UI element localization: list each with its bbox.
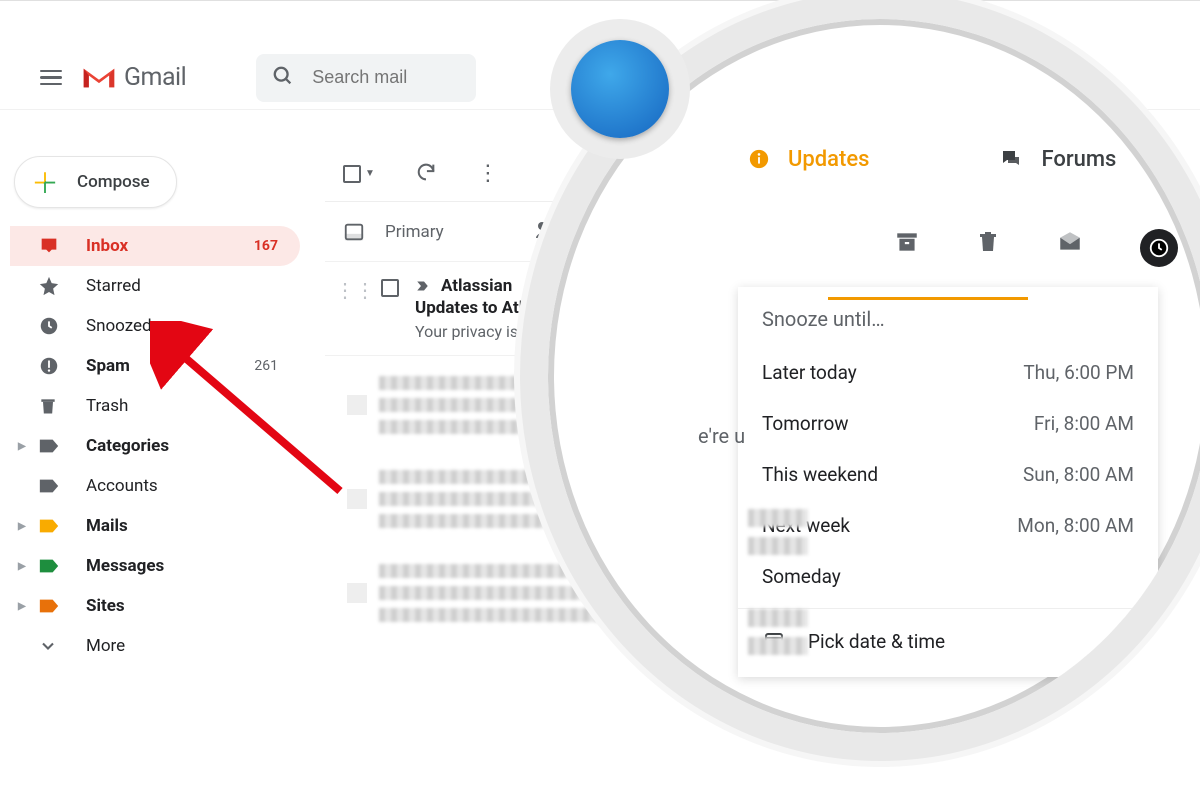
sidebar-item-inbox[interactable]: Inbox 167	[10, 226, 300, 266]
sidebar-item-mails[interactable]: ▶ Mails	[10, 506, 300, 546]
sidebar-item-label: Trash	[86, 396, 128, 416]
search-icon	[272, 65, 294, 91]
magnifier-callout: Updates Forums	[520, 0, 1200, 761]
snooze-option-time: Fri, 8:00 AM	[1034, 412, 1134, 435]
sidebar-item-accounts[interactable]: Accounts	[10, 466, 300, 506]
email-checkbox[interactable]	[381, 279, 399, 297]
snooze-option-label: Later today	[762, 361, 857, 384]
label-orange	[38, 517, 64, 535]
snooze-option-time: Mon, 8:00 AM	[1017, 514, 1134, 537]
chevron-right-icon: ▶	[18, 561, 26, 572]
compose-button[interactable]: ＋ Compose	[14, 156, 177, 208]
sidebar-item-label: Accounts	[86, 476, 158, 496]
hover-actions	[638, 229, 1178, 267]
forums-icon	[999, 147, 1023, 171]
sidebar: ＋ Compose Inbox 167 Starred Snoozed Spam 261 T…	[10, 156, 300, 666]
tab-underline	[828, 297, 1028, 300]
zoom-tab-forums[interactable]: Forums	[999, 147, 1116, 172]
redacted-fragment	[748, 499, 808, 565]
refresh-icon[interactable]	[415, 161, 437, 187]
snooze-option[interactable]: Later today Thu, 6:00 PM	[738, 347, 1158, 398]
snooze-option-label: This weekend	[762, 463, 878, 486]
sidebar-item-more[interactable]: More	[10, 626, 300, 666]
chevron-right-icon: ▶	[18, 601, 26, 612]
sidebar-item-label: Starred	[86, 276, 141, 296]
sidebar-item-sites[interactable]: ▶ Sites	[10, 586, 300, 626]
plus-icon: ＋	[31, 162, 59, 202]
star-icon	[38, 275, 64, 297]
menu-icon[interactable]	[28, 54, 74, 102]
spam-icon	[38, 355, 64, 377]
gmail-logo-icon	[82, 65, 116, 91]
sidebar-item-spam[interactable]: Spam 261	[10, 346, 300, 386]
search-box[interactable]	[256, 54, 476, 102]
label-grey	[38, 477, 64, 495]
drag-handle-icon[interactable]: ⋮⋮	[335, 278, 375, 302]
snooze-menu-title: Snooze until…	[738, 307, 1158, 347]
label-deeporange	[38, 597, 64, 615]
snooze-option[interactable]: This weekend Sun, 8:00 AM	[738, 449, 1158, 500]
sidebar-item-label: More	[86, 636, 125, 656]
snooze-option-time: Thu, 6:00 PM	[1023, 361, 1134, 384]
more-icon[interactable]: ⋮	[477, 161, 499, 186]
mark-read-icon[interactable]	[1056, 229, 1084, 267]
sidebar-item-label: Messages	[86, 556, 164, 576]
archive-icon[interactable]	[894, 229, 920, 267]
label-grey	[38, 437, 64, 455]
chevron-right-icon: ▶	[18, 521, 26, 532]
email-sender: Atlassian	[441, 276, 512, 296]
sidebar-item-label: Spam	[86, 356, 130, 376]
chevron-right-icon: ▶	[18, 441, 26, 452]
sidebar-item-messages[interactable]: ▶ Messages	[10, 546, 300, 586]
sidebar-item-count: 261	[254, 358, 278, 374]
sidebar-item-count: 167	[254, 238, 278, 254]
sidebar-item-label: Mails	[86, 516, 128, 536]
sidebar-item-label: Sites	[86, 596, 125, 616]
sidebar-item-label: Snoozed	[86, 316, 152, 336]
sidebar-item-starred[interactable]: Starred	[10, 266, 300, 306]
redacted-fragment	[748, 599, 808, 665]
zoom-tab-updates[interactable]: Updates	[748, 147, 869, 172]
snooze-icon[interactable]	[1140, 229, 1178, 267]
snooze-option[interactable]: Tomorrow Fri, 8:00 AM	[738, 398, 1158, 449]
snooze-option-time: Sun, 8:00 AM	[1023, 463, 1134, 486]
sidebar-item-categories[interactable]: ▶ Categories	[10, 426, 300, 466]
trash-icon	[38, 395, 64, 417]
sidebar-item-label: Inbox	[86, 236, 128, 256]
info-icon	[748, 148, 770, 170]
label-green	[38, 557, 64, 575]
snooze-option-label: Someday	[762, 565, 841, 588]
sidebar-item-trash[interactable]: Trash	[10, 386, 300, 426]
compose-label: Compose	[77, 172, 150, 192]
email-fragment: e're u	[698, 424, 745, 448]
inbox-icon	[38, 235, 64, 257]
search-input[interactable]	[312, 67, 460, 88]
chevron-down	[38, 636, 64, 656]
clock-icon	[38, 315, 64, 337]
tab-primary-label: Primary	[385, 222, 444, 242]
brand[interactable]: Gmail	[82, 63, 186, 92]
sidebar-item-label: Categories	[86, 436, 169, 456]
callout-pointer	[550, 19, 690, 159]
brand-name: Gmail	[124, 63, 186, 92]
zoom-tabs: Updates Forums	[638, 129, 1198, 189]
sidebar-item-snoozed[interactable]: Snoozed	[10, 306, 300, 346]
tab-primary[interactable]: Primary	[343, 221, 444, 243]
select-all-checkbox[interactable]: ▼	[343, 165, 375, 183]
delete-icon[interactable]	[976, 229, 1000, 267]
important-icon	[415, 277, 433, 295]
snooze-option-label: Tomorrow	[762, 412, 849, 435]
